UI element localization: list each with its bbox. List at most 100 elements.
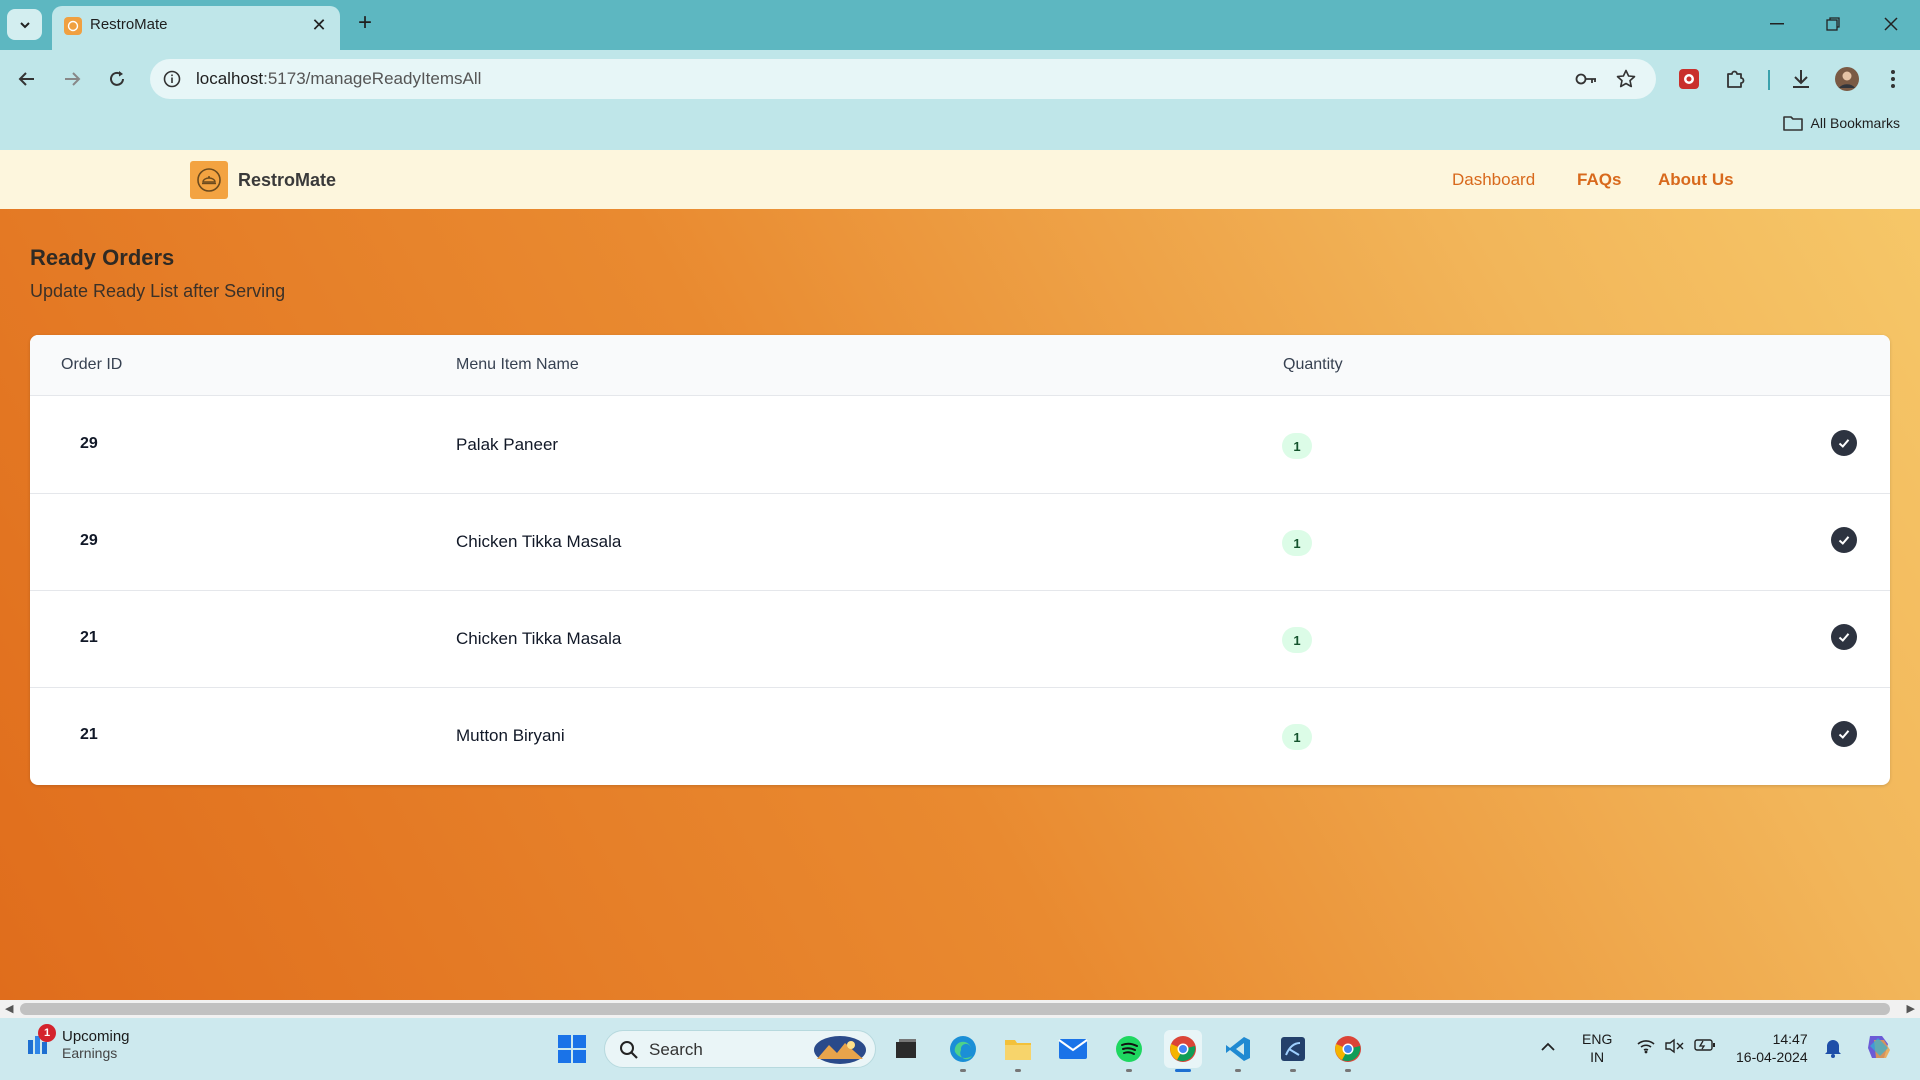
widget-text: Upcoming Earnings bbox=[62, 1028, 130, 1061]
mail-icon[interactable] bbox=[1054, 1030, 1092, 1068]
copilot-icon[interactable] bbox=[1864, 1032, 1894, 1066]
column-header-quantity: Quantity bbox=[1283, 356, 1343, 373]
nav-dashboard[interactable]: Dashboard bbox=[1452, 170, 1535, 190]
profile-avatar-icon[interactable] bbox=[1830, 62, 1864, 96]
password-key-icon[interactable] bbox=[1574, 67, 1598, 91]
url-host: localhost bbox=[196, 69, 264, 88]
chrome-icon[interactable] bbox=[1329, 1030, 1367, 1072]
check-icon bbox=[1838, 633, 1850, 642]
extension-red-icon[interactable] bbox=[1672, 62, 1706, 96]
battery-icon[interactable] bbox=[1694, 1038, 1716, 1056]
table-row: 29 Palak Paneer 1 bbox=[30, 397, 1890, 494]
quantity-badge: 1 bbox=[1282, 433, 1312, 459]
running-indicator bbox=[1235, 1069, 1241, 1072]
restromate-logo-icon[interactable] bbox=[190, 161, 228, 199]
quantity-badge: 1 bbox=[1282, 530, 1312, 556]
mark-served-button[interactable] bbox=[1831, 527, 1857, 553]
menu-item-cell: Palak Paneer bbox=[456, 435, 559, 454]
database-tool-icon[interactable] bbox=[1274, 1030, 1312, 1072]
language-indicator[interactable]: ENG IN bbox=[1582, 1030, 1612, 1066]
running-indicator bbox=[1015, 1069, 1021, 1072]
chrome-profile-icon[interactable] bbox=[1164, 1030, 1202, 1072]
close-window-icon[interactable] bbox=[1871, 10, 1911, 38]
menu-item-cell: Chicken Tikka Masala bbox=[456, 532, 622, 551]
column-header-menu-item: Menu Item Name bbox=[456, 356, 579, 373]
extensions-puzzle-icon[interactable] bbox=[1718, 62, 1752, 96]
minimize-icon[interactable] bbox=[1757, 10, 1797, 38]
clock[interactable]: 14:47 16-04-2024 bbox=[1736, 1030, 1808, 1066]
url-text: localhost:5173/manageReadyItemsAll bbox=[196, 69, 481, 89]
nav-faqs[interactable]: FAQs bbox=[1577, 170, 1621, 190]
tab-title: RestroMate bbox=[90, 16, 168, 33]
mark-served-button[interactable] bbox=[1831, 624, 1857, 650]
show-hidden-icons[interactable] bbox=[1540, 1038, 1556, 1056]
bookmark-star-icon[interactable] bbox=[1614, 67, 1638, 91]
running-indicator bbox=[1126, 1069, 1132, 1072]
widget-title: Upcoming bbox=[62, 1028, 130, 1045]
clock-date: 16-04-2024 bbox=[1736, 1049, 1808, 1065]
address-bar[interactable]: localhost:5173/manageReadyItemsAll bbox=[150, 59, 1656, 99]
downloads-icon[interactable] bbox=[1784, 62, 1818, 96]
app-viewport: RestroMate Dashboard FAQs About Us Ready… bbox=[0, 150, 1920, 1000]
column-header-order-id: Order ID bbox=[61, 356, 123, 373]
edge-browser-icon[interactable] bbox=[944, 1030, 982, 1072]
folder-icon bbox=[1782, 116, 1803, 131]
back-icon[interactable] bbox=[10, 62, 44, 96]
mark-served-button[interactable] bbox=[1831, 721, 1857, 747]
url-path: :5173/manageReadyItemsAll bbox=[263, 69, 482, 88]
page-title: Ready Orders bbox=[30, 245, 175, 270]
scroll-right-icon[interactable]: ▶ bbox=[1907, 1002, 1915, 1015]
notifications-bell-icon[interactable] bbox=[1824, 1038, 1842, 1062]
search-highlight-icon bbox=[814, 1036, 866, 1064]
browser-tab[interactable]: RestroMate ✕ bbox=[52, 6, 340, 50]
table-row: 29 Chicken Tikka Masala 1 bbox=[30, 494, 1890, 591]
stocks-widget-icon: 1 bbox=[26, 1024, 56, 1056]
running-indicator bbox=[1345, 1069, 1351, 1072]
clock-time: 14:47 bbox=[1772, 1031, 1808, 1047]
chevron-down-icon bbox=[19, 21, 30, 28]
scrollbar-thumb[interactable] bbox=[20, 1003, 1890, 1015]
quantity-badge: 1 bbox=[1282, 724, 1312, 750]
wifi-icon[interactable] bbox=[1636, 1038, 1656, 1058]
file-explorer-icon[interactable] bbox=[999, 1030, 1037, 1072]
order-id-cell: 21 bbox=[80, 726, 98, 743]
nav-about-us[interactable]: About Us bbox=[1658, 170, 1734, 190]
browser-menu-icon[interactable] bbox=[1876, 62, 1910, 96]
new-tab-button[interactable]: + bbox=[352, 11, 378, 37]
browser-tab-bar: RestroMate ✕ + bbox=[0, 0, 1920, 50]
quantity-badge: 1 bbox=[1282, 627, 1312, 653]
page-subtitle: Update Ready List after Serving bbox=[30, 281, 286, 301]
taskbar-search[interactable]: Search bbox=[604, 1030, 876, 1068]
language-bottom: IN bbox=[1590, 1049, 1605, 1065]
volume-muted-icon[interactable] bbox=[1664, 1038, 1684, 1058]
start-windows-icon[interactable] bbox=[553, 1030, 591, 1068]
widget-badge: 1 bbox=[38, 1024, 56, 1042]
order-id-cell: 29 bbox=[80, 532, 98, 549]
widgets-button[interactable]: 1 Upcoming Earnings bbox=[26, 1024, 130, 1061]
running-indicator bbox=[960, 1069, 966, 1072]
taskbar: 1 Upcoming Earnings Search ENG IN 14:47 … bbox=[0, 1018, 1920, 1080]
spotify-icon[interactable] bbox=[1110, 1030, 1148, 1072]
all-bookmarks-button[interactable]: All Bookmarks bbox=[1782, 115, 1900, 131]
task-view-icon[interactable] bbox=[887, 1030, 925, 1068]
running-indicator bbox=[1290, 1069, 1296, 1072]
all-bookmarks-label: All Bookmarks bbox=[1810, 115, 1900, 131]
tab-search-button[interactable] bbox=[7, 9, 42, 40]
toolbar-divider bbox=[1768, 70, 1770, 90]
brand-name[interactable]: RestroMate bbox=[238, 170, 336, 191]
reload-icon[interactable] bbox=[100, 62, 134, 96]
search-label: Search bbox=[649, 1040, 703, 1059]
tab-close-icon[interactable]: ✕ bbox=[308, 14, 330, 36]
site-info-icon[interactable] bbox=[160, 67, 184, 91]
widget-subtitle: Earnings bbox=[62, 1045, 118, 1061]
table-header: Order ID Menu Item Name Quantity bbox=[30, 335, 1890, 396]
mark-served-button[interactable] bbox=[1831, 430, 1857, 456]
forward-icon[interactable] bbox=[55, 62, 89, 96]
vscode-icon[interactable] bbox=[1219, 1030, 1257, 1072]
restore-icon[interactable] bbox=[1813, 10, 1853, 38]
running-indicator bbox=[1175, 1069, 1191, 1072]
browser-toolbar: localhost:5173/manageReadyItemsAll All B… bbox=[0, 50, 1920, 150]
scroll-left-icon[interactable]: ◀ bbox=[5, 1002, 13, 1015]
horizontal-scrollbar[interactable]: ◀ ▶ bbox=[0, 1000, 1920, 1018]
check-icon bbox=[1838, 730, 1850, 739]
